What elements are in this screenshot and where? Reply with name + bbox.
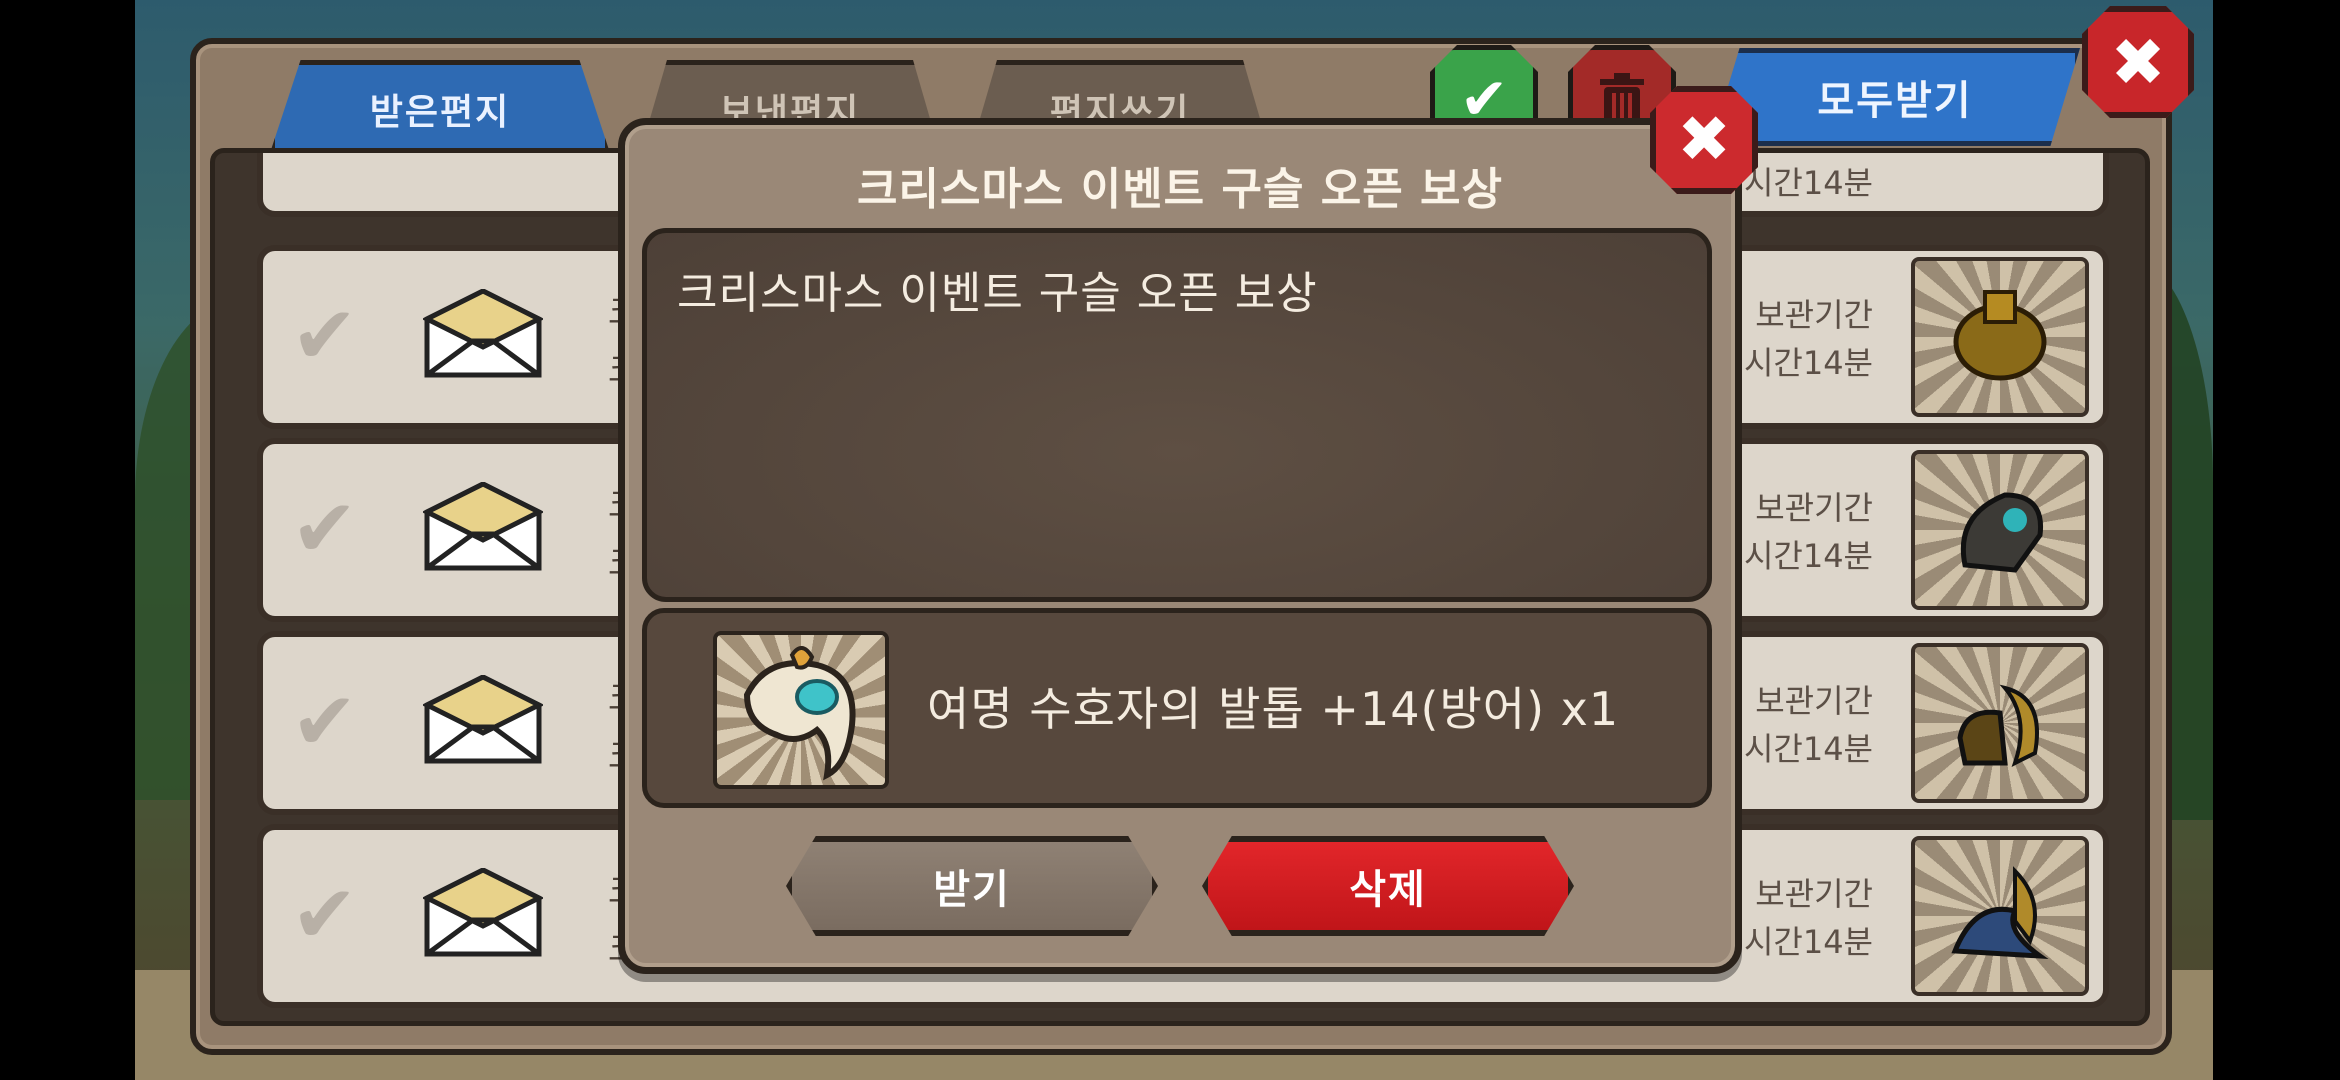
gauntlet-icon bbox=[1957, 684, 2039, 767]
reward-item: 여명 수호자의 발톱 +14(방어) x1 bbox=[642, 608, 1712, 808]
envelope-icon bbox=[423, 868, 543, 957]
check-icon[interactable]: ✔ bbox=[291, 296, 381, 376]
close-icon: ✖ bbox=[1677, 103, 1731, 177]
mail-keep-time: 시간14분 bbox=[1743, 164, 1873, 202]
reward-thumbnail bbox=[1911, 450, 2089, 610]
mail-keep-time: 보관기간 시간14분 bbox=[1743, 875, 1873, 961]
reward-thumbnail bbox=[1911, 836, 2089, 996]
message-text: 크리스마스 이벤트 구슬 오픈 보상 bbox=[677, 268, 1318, 319]
envelope-icon bbox=[423, 675, 543, 764]
reward-item-name: 여명 수호자의 발톱 +14(방어) x1 bbox=[927, 682, 1620, 736]
mail-keep-time: 보관기간 시간14분 bbox=[1743, 682, 1873, 768]
close-icon: ✖ bbox=[2110, 23, 2166, 101]
message-body: 크리스마스 이벤트 구슬 오픈 보상 bbox=[642, 228, 1712, 602]
receive-all-button[interactable]: 모두받기 bbox=[1710, 48, 2080, 146]
dialog-close-button[interactable]: ✖ bbox=[1650, 86, 1758, 194]
delete-button[interactable]: 삭제 bbox=[1202, 836, 1574, 936]
claw-icon bbox=[743, 646, 856, 781]
tab-received[interactable]: 받은편지 bbox=[270, 60, 610, 153]
mail-keep-time: 보관기간 시간14분 bbox=[1743, 489, 1873, 575]
dialog-title: 크리스마스 이벤트 구슬 오픈 보상 bbox=[857, 164, 1503, 215]
envelope-icon bbox=[423, 289, 543, 378]
mail-keep-time: 보관기간 시간14분 bbox=[1743, 296, 1873, 382]
armor-icon bbox=[1953, 290, 2047, 381]
claw-icon bbox=[1960, 492, 2044, 573]
check-icon[interactable]: ✔ bbox=[291, 489, 381, 569]
reward-thumbnail bbox=[1911, 643, 2089, 803]
envelope-icon bbox=[423, 482, 543, 571]
reward-item-icon bbox=[713, 631, 889, 789]
mailbox-close-button[interactable]: ✖ bbox=[2082, 6, 2194, 118]
wave-claw-icon bbox=[1951, 866, 2049, 960]
reward-thumbnail bbox=[1911, 257, 2089, 417]
check-icon[interactable]: ✔ bbox=[291, 875, 381, 955]
check-icon[interactable]: ✔ bbox=[291, 682, 381, 762]
receive-button[interactable]: 받기 bbox=[786, 836, 1158, 936]
